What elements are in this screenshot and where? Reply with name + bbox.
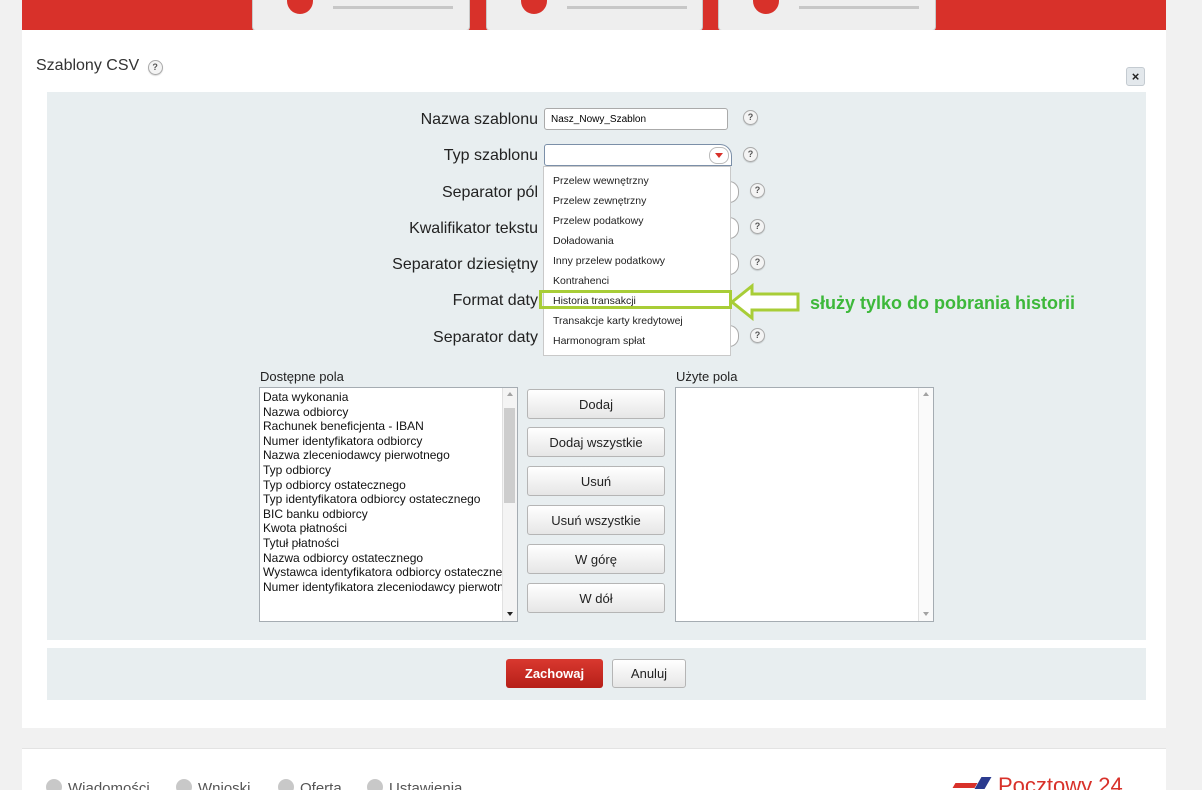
footer-messages-link[interactable]: Wiadomości bbox=[46, 779, 150, 790]
highlight-box bbox=[539, 290, 732, 309]
add-all-button[interactable]: Dodaj wszystkie bbox=[527, 427, 665, 457]
top-nav-button-3[interactable] bbox=[718, 0, 936, 31]
scroll-down-icon[interactable] bbox=[923, 612, 929, 616]
list-item[interactable]: Kwota płatności bbox=[260, 521, 517, 536]
tag-icon bbox=[278, 779, 294, 790]
remove-button[interactable]: Usuń bbox=[527, 466, 665, 496]
available-fields-list[interactable]: Data wykonania Nazwa odbiorcy Rachunek b… bbox=[259, 387, 518, 622]
nav-icon bbox=[521, 0, 547, 14]
logo-icon bbox=[954, 773, 994, 790]
help-icon[interactable]: ? bbox=[750, 219, 765, 234]
list-item[interactable]: Numer identyfikatora odbiorcy bbox=[260, 434, 517, 449]
top-navigation-bar bbox=[22, 0, 1166, 31]
list-item[interactable]: Wystawca identyfikatora odbiorcy ostatec… bbox=[260, 565, 517, 580]
gear-icon bbox=[367, 779, 383, 790]
template-type-label: Typ szablonu bbox=[443, 147, 538, 164]
list-item[interactable]: BIC banku odbiorcy bbox=[260, 507, 517, 522]
top-nav-button-1[interactable] bbox=[252, 0, 470, 31]
available-fields-label: Dostępne pola bbox=[260, 369, 344, 384]
used-fields-label: Użyte pola bbox=[676, 369, 738, 384]
help-icon[interactable]: ? bbox=[750, 255, 765, 270]
brand-logo: Pocztowy 24 bbox=[954, 773, 1123, 790]
dropdown-option[interactable]: Przelew wewnętrzny bbox=[553, 175, 649, 187]
help-icon[interactable]: ? bbox=[743, 110, 758, 125]
used-fields-list[interactable] bbox=[675, 387, 934, 622]
scrollbar[interactable] bbox=[918, 388, 933, 621]
scroll-up-icon[interactable] bbox=[507, 392, 513, 396]
list-item[interactable]: Rachunek beneficjenta - IBAN bbox=[260, 419, 517, 434]
list-item[interactable]: Numer identyfikatora zleceniodawcy pierw… bbox=[260, 580, 517, 595]
list-item[interactable]: Nazwa odbiorcy bbox=[260, 405, 517, 420]
date-separator-label: Separator daty bbox=[433, 329, 538, 346]
scroll-up-icon[interactable] bbox=[923, 392, 929, 396]
list-item[interactable]: Tytuł płatności bbox=[260, 536, 517, 551]
footer-offer-link[interactable]: Oferta bbox=[278, 779, 342, 790]
nav-icon bbox=[287, 0, 313, 14]
help-icon[interactable]: ? bbox=[750, 183, 765, 198]
move-up-button[interactable]: W górę bbox=[527, 544, 665, 574]
annotation-text: służy tylko do pobrania historii bbox=[810, 293, 1076, 313]
remove-all-button[interactable]: Usuń wszystkie bbox=[527, 505, 665, 535]
cancel-button[interactable]: Anuluj bbox=[612, 659, 686, 688]
top-nav-button-2[interactable] bbox=[486, 0, 703, 31]
list-item[interactable]: Data wykonania bbox=[260, 390, 517, 405]
template-name-input[interactable]: Nasz_Nowy_Szablon bbox=[544, 108, 728, 130]
footer-settings-link[interactable]: Ustawienia bbox=[367, 779, 462, 790]
list-item[interactable]: Nazwa odbiorcy ostatecznego bbox=[260, 551, 517, 566]
help-icon[interactable]: ? bbox=[147, 60, 163, 75]
nav-icon bbox=[753, 0, 779, 14]
dropdown-option[interactable]: Inny przelew podatkowy bbox=[553, 255, 665, 267]
scrollbar[interactable] bbox=[502, 388, 517, 621]
template-name-label: Nazwa szablonu bbox=[420, 111, 538, 128]
dropdown-option[interactable]: Doładowania bbox=[553, 235, 614, 247]
help-icon[interactable]: ? bbox=[743, 147, 758, 162]
dialog-title: Szablony CSV ? bbox=[36, 57, 163, 75]
text-qualifier-label: Kwalifikator tekstu bbox=[409, 220, 538, 237]
date-format-label: Format daty bbox=[452, 292, 538, 309]
template-type-dropdown: Przelew wewnętrzny Przelew zewnętrzny Pr… bbox=[543, 166, 731, 356]
list-item[interactable]: Nazwa zleceniodawcy pierwotnego bbox=[260, 448, 517, 463]
scrollbar-thumb[interactable] bbox=[504, 408, 515, 503]
footer-requests-link[interactable]: Wnioski bbox=[176, 779, 251, 790]
footer: Wiadomości Wnioski Oferta Ustawienia Poc… bbox=[22, 748, 1166, 790]
list-item[interactable]: Typ odbiorcy ostatecznego bbox=[260, 478, 517, 493]
save-button[interactable]: Zachowaj bbox=[506, 659, 603, 688]
dropdown-option[interactable]: Przelew podatkowy bbox=[553, 215, 643, 227]
help-icon[interactable]: ? bbox=[750, 328, 765, 343]
envelope-icon bbox=[46, 779, 62, 790]
dropdown-option[interactable]: Kontrahenci bbox=[553, 275, 609, 287]
dropdown-option[interactable]: Przelew zewnętrzny bbox=[553, 195, 646, 207]
close-button[interactable]: × bbox=[1126, 67, 1145, 86]
list-item[interactable]: Typ odbiorcy bbox=[260, 463, 517, 478]
dropdown-option[interactable]: Transakcje karty kredytowej bbox=[553, 315, 683, 327]
move-down-button[interactable]: W dół bbox=[527, 583, 665, 613]
document-icon bbox=[176, 779, 192, 790]
decimal-separator-label: Separator dziesiętny bbox=[392, 256, 538, 273]
left-arrow-icon bbox=[730, 283, 800, 321]
list-item[interactable]: Typ identyfikatora odbiorcy ostatecznego bbox=[260, 492, 517, 507]
add-button[interactable]: Dodaj bbox=[527, 389, 665, 419]
dropdown-option[interactable]: Harmonogram spłat bbox=[553, 335, 645, 347]
template-type-select[interactable] bbox=[544, 144, 732, 166]
field-separator-label: Separator pól bbox=[441, 184, 538, 201]
scroll-down-icon[interactable] bbox=[507, 612, 513, 616]
chevron-down-icon[interactable] bbox=[709, 147, 729, 164]
